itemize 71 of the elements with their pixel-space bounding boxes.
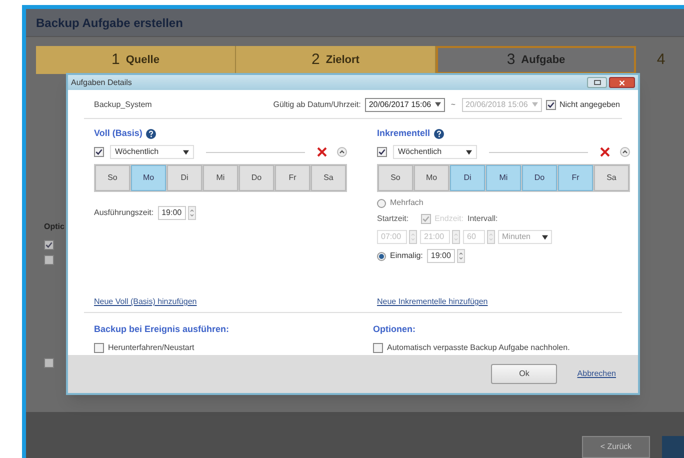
collapse-icon[interactable]	[337, 147, 347, 157]
task-name: Backup_System	[93, 98, 153, 110]
radio-button[interactable]	[377, 198, 386, 208]
time-field[interactable]: 19:00	[158, 206, 186, 220]
field-label: Startzeit:	[377, 213, 409, 225]
field-label: Intervall:	[467, 213, 498, 225]
day-toggle[interactable]: Sa	[594, 165, 629, 191]
restore-icon	[594, 80, 600, 85]
day-toggle[interactable]: Fr	[558, 165, 593, 191]
section-heading: Optionen:	[373, 323, 416, 336]
delete-icon[interactable]	[600, 147, 610, 157]
day-toggle[interactable]: Di	[167, 165, 202, 191]
ok-button[interactable]: Ok	[491, 364, 558, 384]
time-field[interactable]: 19:00	[426, 249, 455, 263]
range-separator: ~	[450, 98, 456, 110]
checkbox[interactable]	[94, 342, 104, 352]
window-title: Backup Aufgabe erstellen	[36, 14, 183, 32]
help-icon[interactable]	[434, 129, 444, 139]
day-toggle[interactable]: Do	[522, 165, 557, 191]
day-toggle[interactable]: Di	[450, 165, 485, 191]
date-dropdown[interactable]: 20/06/2017 15:06	[364, 98, 445, 112]
radio-button[interactable]	[377, 252, 386, 260]
caret-icon	[434, 102, 441, 107]
section-heading: Backup bei Ereignis ausführen:	[94, 323, 230, 336]
help-icon[interactable]	[146, 129, 156, 139]
checkbox-label: Herunterfahren/Neustart	[108, 342, 194, 354]
frequency-dropdown[interactable]: Wöchentlich	[393, 145, 477, 159]
day-toggle[interactable]: Do	[239, 165, 274, 191]
radio-label: Einmalig:	[390, 250, 423, 262]
checkbox[interactable]	[373, 342, 383, 352]
checkbox[interactable]	[377, 147, 387, 157]
section-heading: Inkrementell	[377, 127, 430, 140]
caret-icon	[532, 102, 538, 107]
caret-icon	[183, 150, 189, 154]
caret-icon	[542, 234, 548, 240]
day-toggle[interactable]: Mi	[486, 165, 521, 191]
cancel-link[interactable]: Abbrechen	[577, 368, 616, 380]
close-icon	[619, 80, 625, 86]
delete-icon[interactable]	[317, 147, 327, 157]
checkbox[interactable]	[44, 240, 54, 250]
checkbox[interactable]	[94, 147, 104, 157]
close-button[interactable]	[609, 77, 635, 88]
day-toggle[interactable]: Fr	[275, 165, 310, 191]
restore-button[interactable]	[587, 77, 607, 88]
checkbox[interactable]	[546, 100, 556, 110]
day-toggle[interactable]: Mi	[203, 165, 238, 191]
collapse-icon[interactable]	[620, 147, 630, 157]
day-toggle[interactable]: So	[378, 165, 413, 191]
step-tab[interactable]: 2 Zielort	[236, 46, 436, 74]
day-toggle[interactable]: Mo	[131, 165, 166, 191]
spinner-icon[interactable]	[188, 206, 196, 220]
field-label: Ausführungszeit:	[94, 207, 154, 219]
checkbox[interactable]	[44, 255, 54, 265]
day-toggle[interactable]: So	[95, 165, 130, 191]
caret-icon	[466, 150, 472, 154]
spinner-icon[interactable]	[456, 249, 465, 263]
dialog-title: Aufgaben Details	[71, 76, 133, 88]
day-toggle[interactable]: Mo	[414, 165, 449, 191]
checkbox[interactable]	[44, 358, 54, 368]
add-schedule-link[interactable]: Neue Inkrementelle hinzufügen	[377, 296, 488, 308]
checkbox-label: Nicht angegeben	[560, 98, 621, 110]
step-tab[interactable]: 1 Quelle	[36, 46, 236, 74]
checkbox[interactable]	[420, 214, 431, 224]
add-schedule-link[interactable]: Neue Voll (Basis) hinzufügen	[94, 296, 197, 308]
section-label: Optic	[44, 221, 64, 233]
field-label: Gültig ab Datum/Uhrzeit:	[273, 98, 361, 110]
day-toggle[interactable]: Sa	[311, 165, 346, 191]
radio-label: Mehrfach	[390, 197, 424, 209]
frequency-dropdown[interactable]: Wöchentlich	[110, 145, 194, 159]
section-heading: Voll (Basis)	[94, 127, 142, 140]
checkbox-label: Automatisch verpasste Backup Aufgabe nachholen.	[387, 342, 570, 354]
